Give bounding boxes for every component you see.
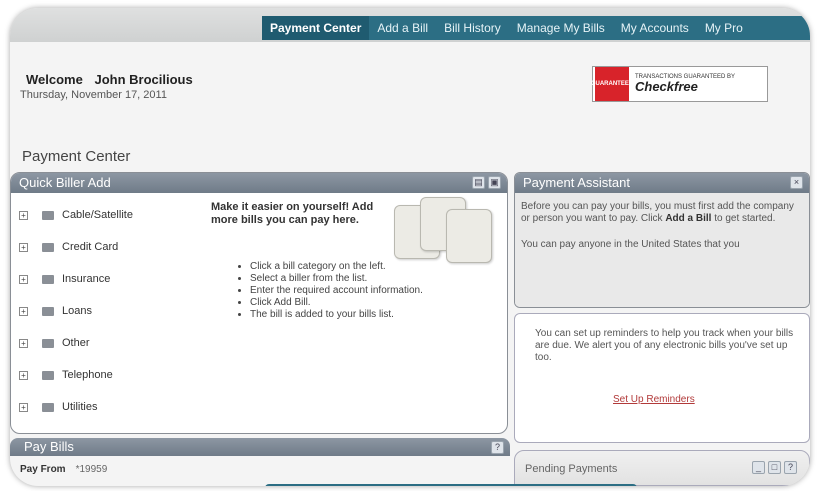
payment-assistant-body: Before you can pay your bills, you must … [515, 193, 809, 307]
folder-icon [42, 242, 54, 252]
category-cable-satellite[interactable]: + Cable/Satellite [19, 199, 133, 231]
payment-assistant-panel: Payment Assistant × Before you can pay y… [514, 172, 810, 308]
expand-plus-icon[interactable]: + [19, 338, 28, 348]
pay-from-account[interactable]: *19959 [76, 464, 108, 475]
welcome-message: Welcome John Brocilious [26, 72, 193, 87]
expand-plus-icon[interactable]: + [19, 370, 28, 380]
folder-icon [42, 370, 54, 380]
tab-my-accounts[interactable]: My Accounts [613, 16, 697, 40]
assistant-text-2: You can pay anyone in the United States … [521, 239, 740, 250]
tab-bill-history[interactable]: Bill History [436, 16, 509, 40]
maximize-icon[interactable]: □ [768, 461, 781, 474]
step-item: Click Add Bill. [250, 297, 486, 308]
top-bar: Payment Center Add a Bill Bill History M… [10, 8, 810, 42]
pay-bills-header: Pay Bills ? [10, 438, 510, 456]
header: Welcome John Brocilious Thursday, Novemb… [10, 42, 810, 132]
quick-biller-title: Quick Biller Add [19, 175, 111, 190]
folder-icon [42, 338, 54, 348]
instruction-steps: Click a bill category on the left. Selec… [236, 261, 486, 321]
pending-payments-title: Pending Payments [525, 463, 618, 475]
payment-assistant-title: Payment Assistant [523, 175, 630, 190]
category-other[interactable]: + Other [19, 327, 133, 359]
expand-plus-icon[interactable]: + [19, 242, 28, 252]
collapse-icon[interactable]: ▣ [488, 176, 501, 189]
checkfree-badge: GUARANTEED TRANSACTIONS GUARANTEED BY Ch… [591, 66, 768, 102]
quick-biller-panel: Quick Biller Add ▤ ▣ + Cable/Satellite + C… [10, 172, 508, 434]
step-item: The bill is added to your bills list. [250, 309, 486, 320]
biller-category-list: + Cable/Satellite + Credit Card + Insurance… [19, 199, 133, 423]
tab-payment-center[interactable]: Payment Center [262, 16, 370, 40]
tab-my-profile[interactable]: My Pro [697, 16, 751, 40]
reminder-text: You can set up reminders to help you tra… [535, 328, 794, 363]
close-icon[interactable]: × [790, 176, 803, 189]
step-item: Select a biller from the list. [250, 273, 486, 284]
tab-add-a-bill[interactable]: Add a Bill [369, 16, 436, 40]
tab-manage-my-bills[interactable]: Manage My Bills [509, 16, 613, 40]
step-item: Click a bill category on the left. [250, 261, 486, 272]
minimize-icon[interactable]: _ [752, 461, 765, 474]
guarantee-seal-icon: GUARANTEED [591, 67, 633, 101]
payment-assistant-header: Payment Assistant × [515, 173, 809, 193]
pending-payments-panel: Pending Payments _ □ ? [514, 450, 810, 486]
expand-plus-icon[interactable]: + [19, 274, 28, 284]
expand-plus-icon[interactable]: + [19, 306, 28, 316]
house-card-icon [446, 209, 492, 263]
help-icon[interactable]: ? [784, 461, 797, 474]
folder-icon [42, 210, 54, 220]
category-insurance[interactable]: + Insurance [19, 263, 133, 295]
pay-from-label: Pay From [20, 464, 66, 475]
add-a-bill-text: Add a Bill [665, 213, 712, 224]
bill-cards-illustration [386, 195, 496, 267]
pay-from-row: Pay From *19959 [20, 464, 107, 475]
category-loans[interactable]: + Loans [19, 295, 133, 327]
pay-bills-title: Pay Bills [24, 439, 74, 454]
main-nav: Payment Center Add a Bill Bill History M… [262, 16, 810, 40]
page-title: Payment Center [22, 148, 131, 165]
bottom-toolbar [265, 484, 637, 486]
expand-plus-icon[interactable]: + [19, 210, 28, 220]
welcome-label: Welcome [26, 72, 83, 87]
browser-frame: Payment Center Add a Bill Bill History M… [10, 8, 810, 486]
pay-bills-panel: Pay Bills ? Pay From *19959 [10, 438, 510, 486]
category-utilities[interactable]: + Utilities [19, 391, 133, 423]
folder-icon [42, 306, 54, 316]
current-date: Thursday, November 17, 2011 [20, 89, 167, 101]
help-icon[interactable]: ? [491, 441, 504, 454]
quick-biller-intro: Make it easier on yourself! Add more bil… [211, 201, 374, 226]
folder-icon [42, 274, 54, 284]
step-item: Enter the required account information. [250, 285, 486, 296]
folder-icon [42, 402, 54, 412]
reminder-box: You can set up reminders to help you tra… [514, 313, 810, 443]
checkfree-brand: Checkfree [635, 79, 698, 95]
category-telephone[interactable]: + Telephone [19, 359, 133, 391]
set-up-reminders-link[interactable]: Set Up Reminders [613, 394, 695, 405]
expand-plus-icon[interactable]: + [19, 402, 28, 412]
quick-biller-header: Quick Biller Add ▤ ▣ [11, 173, 507, 193]
user-name: John Brocilious [94, 72, 193, 87]
expand-icon[interactable]: ▤ [472, 176, 485, 189]
category-credit-card[interactable]: + Credit Card [19, 231, 133, 263]
